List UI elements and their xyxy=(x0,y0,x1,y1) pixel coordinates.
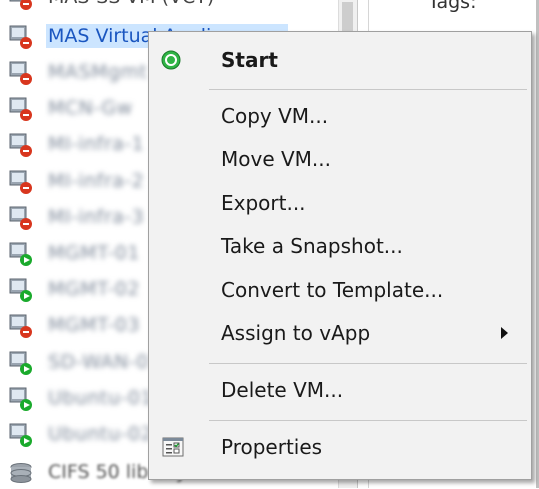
tree-item-label: Ubuntu-01 xyxy=(48,387,154,409)
vm-running-icon xyxy=(9,387,32,411)
menu-separator xyxy=(209,420,527,421)
context-menu: Start Copy VM... Move VM... Export... Ta… xyxy=(148,31,532,480)
menu-item-export[interactable]: Export... xyxy=(149,185,531,221)
menu-item-take-snapshot[interactable]: Take a Snapshot... xyxy=(149,228,531,264)
vm-running-icon xyxy=(9,351,32,375)
tree-item-vm[interactable]: MAS-SS-VM (VCT) xyxy=(0,0,338,14)
submenu-arrow-icon xyxy=(501,327,508,339)
tree-item-label: MCN-Gw xyxy=(48,97,133,119)
vm-stopped-icon xyxy=(9,170,32,194)
menu-item-label: Copy VM... xyxy=(221,104,329,128)
vm-stopped-icon xyxy=(9,61,32,85)
tree-item-label: MI-infra-1 xyxy=(48,133,145,155)
vm-stopped-icon xyxy=(9,0,32,10)
tree-item-label: Ubuntu-02 xyxy=(48,423,154,445)
vm-stopped-icon xyxy=(9,314,32,338)
tree-item-label: MGMT-03 xyxy=(48,314,140,336)
menu-item-properties[interactable]: Properties xyxy=(149,429,531,465)
menu-item-label: Start xyxy=(221,48,278,72)
tree-item-label: MASMgmt xyxy=(48,61,148,83)
menu-item-delete-vm[interactable]: Delete VM... xyxy=(149,372,531,408)
menu-item-assign-to-vapp[interactable]: Assign to vApp xyxy=(149,315,531,351)
menu-item-move-vm[interactable]: Move VM... xyxy=(149,141,531,177)
menu-item-label: Properties xyxy=(221,435,323,459)
properties-icon xyxy=(162,437,184,457)
library-disk-icon xyxy=(10,463,32,483)
menu-item-copy-vm[interactable]: Copy VM... xyxy=(149,98,531,134)
menu-item-convert-to-template[interactable]: Convert to Template... xyxy=(149,272,531,308)
tree-item-label: SD-WAN-01 xyxy=(48,351,162,373)
tree-item-label: MI-infra-2 xyxy=(48,170,145,192)
menu-item-start[interactable]: Start xyxy=(149,42,531,78)
menu-separator xyxy=(209,89,527,90)
tags-label: Tags: xyxy=(428,0,477,13)
vm-running-icon xyxy=(9,278,32,302)
menu-item-label: Delete VM... xyxy=(221,378,344,402)
start-icon xyxy=(161,50,181,70)
tree-item-label: MGMT-01 xyxy=(48,242,140,264)
menu-item-label: Move VM... xyxy=(221,147,331,171)
tree-item-label: MGMT-02 xyxy=(48,278,140,300)
vm-running-icon xyxy=(9,242,32,266)
menu-separator xyxy=(209,363,527,364)
vm-stopped-icon xyxy=(9,206,32,230)
menu-item-label: Take a Snapshot... xyxy=(221,234,403,258)
tree-item-label: MI-infra-3 xyxy=(48,206,145,228)
vm-stopped-icon xyxy=(9,133,32,157)
menu-item-label: Export... xyxy=(221,191,306,215)
tree-item-label: MAS-SS-VM (VCT) xyxy=(48,0,214,9)
menu-item-label: Assign to vApp xyxy=(221,321,371,345)
vm-running-icon xyxy=(9,423,32,447)
vm-stopped-icon xyxy=(9,97,32,121)
vm-stopped-icon xyxy=(9,25,32,49)
menu-item-label: Convert to Template... xyxy=(221,278,444,302)
